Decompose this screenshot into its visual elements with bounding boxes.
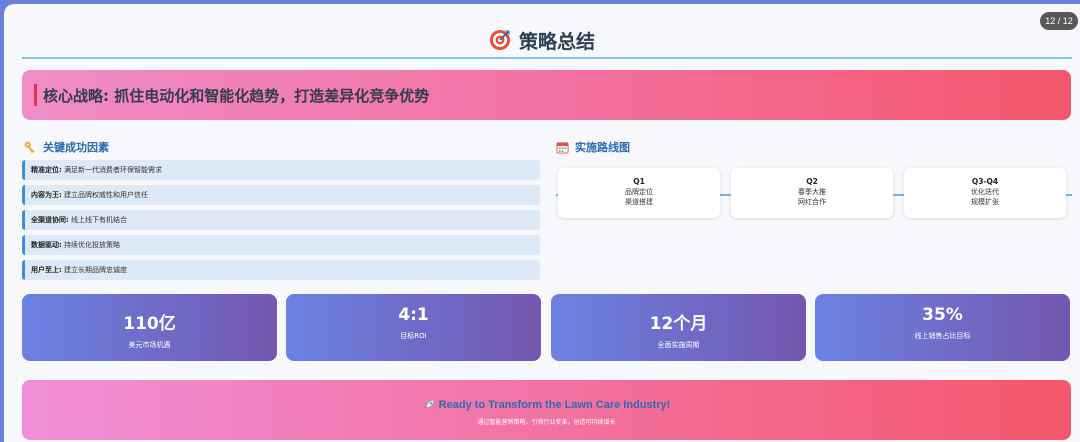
stat-value: 4:1 [398,305,429,325]
factor-text: 持续优化投放策略 [64,241,121,249]
stat-value: 110亿 [123,314,176,334]
phase-line2: 渠道搭建 [625,198,653,206]
key-icon [24,141,35,153]
factor-label: 精准定位: [31,166,62,174]
phase-quarter: Q1 [633,177,645,186]
title-divider [22,57,1072,59]
phase-line1: 品牌定位 [625,188,653,196]
stat-label: 线上销售占比目标 [914,332,971,340]
phase-line1: 优化迭代 [971,188,999,196]
stat-value: 12个月 [649,314,708,334]
factor-label: 全渠道协同: [31,216,69,224]
roadmap-phase-q3-q4: Q3-Q4 优化迭代 规模扩张 [904,168,1066,218]
roadmap-heading-label: 实施路线图 [575,141,630,154]
factor-label: 数据驱动: [31,241,62,249]
page-title: 策略总结 [518,30,595,53]
list-item: 数据驱动: 持续优化投放策略 [22,235,540,255]
stat-label: 全面实施周期 [657,341,700,349]
core-strategy-banner: 核心战略: 抓住电动化和智能化趋势，打造差异化竞争优势 [22,70,1071,120]
factors-heading-label: 关键成功因素 [43,141,109,154]
stat-label: 目标ROI [400,332,427,340]
roadmap-timeline: Q1 品牌定位 渠道搭建 Q2 春季大推 网红合作 Q3-Q4 优化迭代 规模扩… [556,166,1072,222]
roadmap-phase-q2: Q2 春季大推 网红合作 [731,168,893,218]
factor-text: 线上线下有机结合 [71,216,128,224]
target-icon [489,30,510,50]
list-item: 全渠道协同: 线上线下有机结合 [22,210,540,230]
list-item: 精准定位: 满足新一代消费者环保智能需求 [22,160,540,180]
phase-line1: 春季大推 [798,188,826,196]
stat-value: 35% [922,305,963,325]
cta-banner: Ready to Transform the Lawn Care Industr… [22,380,1071,440]
list-item: 内容为王: 建立品牌权威性和用户信任 [22,185,540,205]
stat-card-period: 12个月 全面实施周期 [551,294,806,361]
factors-heading: 关键成功因素 [24,139,109,155]
core-accent-bar [34,84,37,106]
phase-quarter: Q3-Q4 [971,177,999,186]
stat-card-roi: 4:1 目标ROI [286,294,541,361]
rocket-icon [423,399,434,410]
list-item: 用户至上: 建立长期品牌忠诚度 [22,260,540,280]
cta-title-row: Ready to Transform the Lawn Care Industr… [22,399,1071,411]
cta-subtitle: 通过智能营销策略，引领行业变革，创造可持续增长 [477,419,616,426]
stats-row: 110亿 美元市场机遇 4:1 目标ROI 12个月 全面实施周期 35% 线上… [22,294,1071,362]
phase-line2: 规模扩张 [971,198,999,206]
stat-card-market: 110亿 美元市场机遇 [22,294,277,361]
slide: 12 / 12 策略总结 核心战略: 抓住电动化和智能化趋势，打造差异化竞争优势… [4,4,1080,442]
cta-title: Ready to Transform the Lawn Care Industr… [438,399,671,411]
factor-text: 建立品牌权威性和用户信任 [64,191,149,199]
phase-line2: 网红合作 [798,198,826,206]
factor-text: 建立长期品牌忠诚度 [64,266,128,274]
stat-label: 美元市场机遇 [128,341,171,349]
calendar-icon [556,141,569,154]
roadmap-phase-q1: Q1 品牌定位 渠道搭建 [558,168,720,218]
factor-label: 用户至上: [31,266,62,274]
title-row: 策略总结 [4,24,1080,56]
roadmap-heading: 实施路线图 [556,139,630,155]
stat-card-online-share: 35% 线上销售占比目标 [815,294,1070,361]
factor-list: 精准定位: 满足新一代消费者环保智能需求 内容为王: 建立品牌权威性和用户信任 … [22,160,540,285]
factor-text: 满足新一代消费者环保智能需求 [64,166,163,174]
phase-quarter: Q2 [806,177,818,186]
core-strategy-text: 核心战略: 抓住电动化和智能化趋势，打造差异化竞争优势 [43,86,430,105]
factor-label: 内容为王: [31,191,62,199]
